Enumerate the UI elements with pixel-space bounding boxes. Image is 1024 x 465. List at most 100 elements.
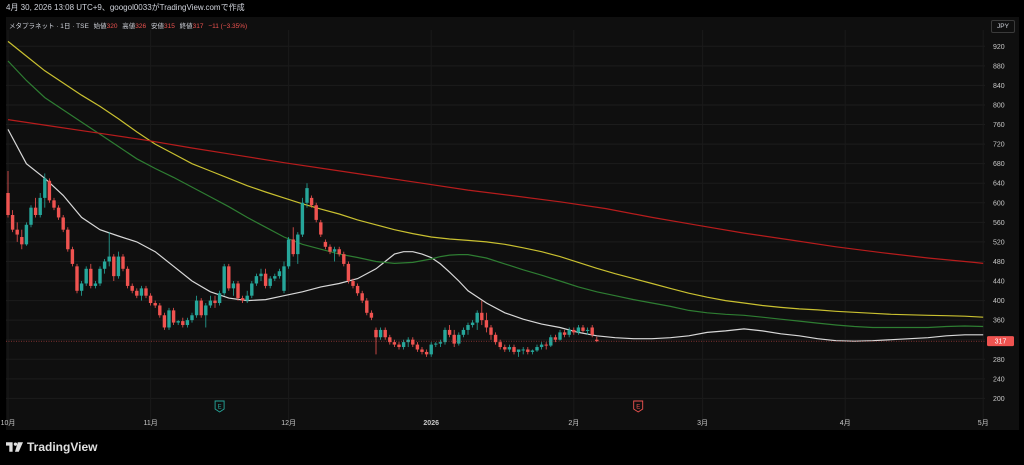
candle-body[interactable] bbox=[185, 320, 190, 326]
candle-body[interactable] bbox=[61, 217, 65, 230]
candle-body[interactable] bbox=[438, 342, 443, 344]
candle-body[interactable] bbox=[75, 266, 79, 291]
candle-body[interactable] bbox=[443, 329, 447, 343]
candle-body[interactable] bbox=[268, 278, 272, 286]
candle-body[interactable] bbox=[337, 249, 341, 255]
candle-body[interactable] bbox=[590, 327, 594, 335]
candle-body[interactable] bbox=[512, 347, 516, 352]
candle-body[interactable] bbox=[374, 329, 378, 338]
candle-body[interactable] bbox=[98, 268, 102, 284]
candle-body[interactable] bbox=[369, 312, 374, 318]
candle-body[interactable] bbox=[148, 295, 153, 304]
candle-body[interactable] bbox=[70, 249, 75, 264]
candle-body[interactable] bbox=[158, 305, 162, 316]
candle-body[interactable] bbox=[240, 298, 245, 301]
candle-body[interactable] bbox=[222, 266, 226, 294]
candle-body[interactable] bbox=[231, 283, 236, 289]
candle-body[interactable] bbox=[346, 263, 351, 282]
candle-body[interactable] bbox=[6, 193, 10, 216]
candle-body[interactable] bbox=[434, 343, 438, 345]
candle-body[interactable] bbox=[457, 334, 461, 344]
candle-body[interactable] bbox=[24, 224, 29, 245]
candle-body[interactable] bbox=[139, 288, 144, 296]
candle-body[interactable] bbox=[190, 315, 194, 321]
candle-body[interactable] bbox=[277, 271, 282, 277]
candle-body[interactable] bbox=[470, 322, 475, 326]
candle-body[interactable] bbox=[15, 229, 19, 235]
candle-body[interactable] bbox=[291, 239, 295, 255]
candle-body[interactable] bbox=[282, 266, 286, 291]
candle-body[interactable] bbox=[558, 332, 562, 340]
candle-body[interactable] bbox=[319, 222, 323, 235]
candle-body[interactable] bbox=[33, 207, 38, 216]
candle-body[interactable] bbox=[112, 256, 116, 277]
candle-body[interactable] bbox=[43, 178, 47, 198]
candle-body[interactable] bbox=[236, 283, 240, 299]
candle-body[interactable] bbox=[332, 249, 337, 252]
candle-body[interactable] bbox=[171, 310, 176, 323]
candle-body[interactable] bbox=[121, 256, 125, 269]
candle-body[interactable] bbox=[475, 312, 479, 323]
candle-body[interactable] bbox=[397, 344, 401, 348]
candle-body[interactable] bbox=[503, 347, 507, 350]
candle-body[interactable] bbox=[20, 237, 24, 245]
candle-body[interactable] bbox=[539, 344, 544, 348]
candle-body[interactable] bbox=[378, 329, 383, 338]
candle-body[interactable] bbox=[213, 300, 217, 304]
candle-body[interactable] bbox=[135, 290, 139, 296]
candle-body[interactable] bbox=[305, 188, 309, 203]
candle-body[interactable] bbox=[360, 293, 364, 301]
candle-body[interactable] bbox=[342, 254, 346, 264]
candle-body[interactable] bbox=[56, 207, 61, 218]
candle-body[interactable] bbox=[585, 329, 590, 331]
candle-body[interactable] bbox=[383, 329, 387, 338]
candle-body[interactable] bbox=[29, 207, 33, 225]
candle-body[interactable] bbox=[130, 285, 134, 291]
candle-body[interactable] bbox=[10, 215, 15, 230]
candle-body[interactable] bbox=[365, 300, 369, 313]
candle-body[interactable] bbox=[38, 197, 42, 216]
candle-body[interactable] bbox=[576, 327, 581, 333]
candle-body[interactable] bbox=[567, 329, 571, 335]
candle-body[interactable] bbox=[309, 197, 314, 206]
candle-body[interactable] bbox=[217, 293, 222, 304]
candle-body[interactable] bbox=[89, 268, 93, 286]
candle-body[interactable] bbox=[581, 327, 585, 331]
candle-body[interactable] bbox=[204, 305, 208, 316]
candle-body[interactable] bbox=[144, 288, 148, 296]
candle-body[interactable] bbox=[245, 295, 249, 301]
candle-body[interactable] bbox=[66, 229, 70, 250]
candle-body[interactable] bbox=[521, 349, 525, 351]
candle-body[interactable] bbox=[480, 312, 484, 321]
candle-body[interactable] bbox=[489, 327, 493, 335]
candle-body[interactable] bbox=[227, 266, 231, 289]
candle-body[interactable] bbox=[116, 256, 121, 277]
candle-body[interactable] bbox=[79, 283, 84, 291]
candle-body[interactable] bbox=[452, 334, 456, 344]
candle-body[interactable] bbox=[328, 246, 332, 252]
candle-body[interactable] bbox=[562, 332, 567, 335]
candle-body[interactable] bbox=[107, 256, 111, 262]
candle-body[interactable] bbox=[84, 268, 88, 284]
candle-body[interactable] bbox=[286, 239, 291, 267]
candle-body[interactable] bbox=[544, 344, 548, 346]
candle-body[interactable] bbox=[507, 347, 512, 350]
candle-body[interactable] bbox=[300, 202, 305, 235]
candle-body[interactable] bbox=[102, 261, 107, 269]
candle-body[interactable] bbox=[199, 300, 203, 316]
candle-body[interactable] bbox=[273, 276, 277, 279]
candle-body[interactable] bbox=[424, 351, 429, 355]
candle-body[interactable] bbox=[263, 273, 268, 286]
candle-body[interactable] bbox=[167, 310, 171, 328]
candle-body[interactable] bbox=[530, 350, 535, 352]
candle-body[interactable] bbox=[314, 205, 318, 220]
candle-body[interactable] bbox=[125, 268, 130, 286]
candle-body[interactable] bbox=[415, 344, 420, 350]
candle-body[interactable] bbox=[47, 180, 52, 201]
candle-body[interactable] bbox=[498, 342, 502, 348]
candle-body[interactable] bbox=[401, 342, 406, 348]
price-chart[interactable]: 920 880 840 800 760 720 680 640 600 560 520 480 440 4… bbox=[0, 0, 1024, 465]
candle-body[interactable] bbox=[153, 303, 157, 306]
candle-body[interactable] bbox=[176, 321, 180, 323]
candle-body[interactable] bbox=[420, 349, 424, 352]
